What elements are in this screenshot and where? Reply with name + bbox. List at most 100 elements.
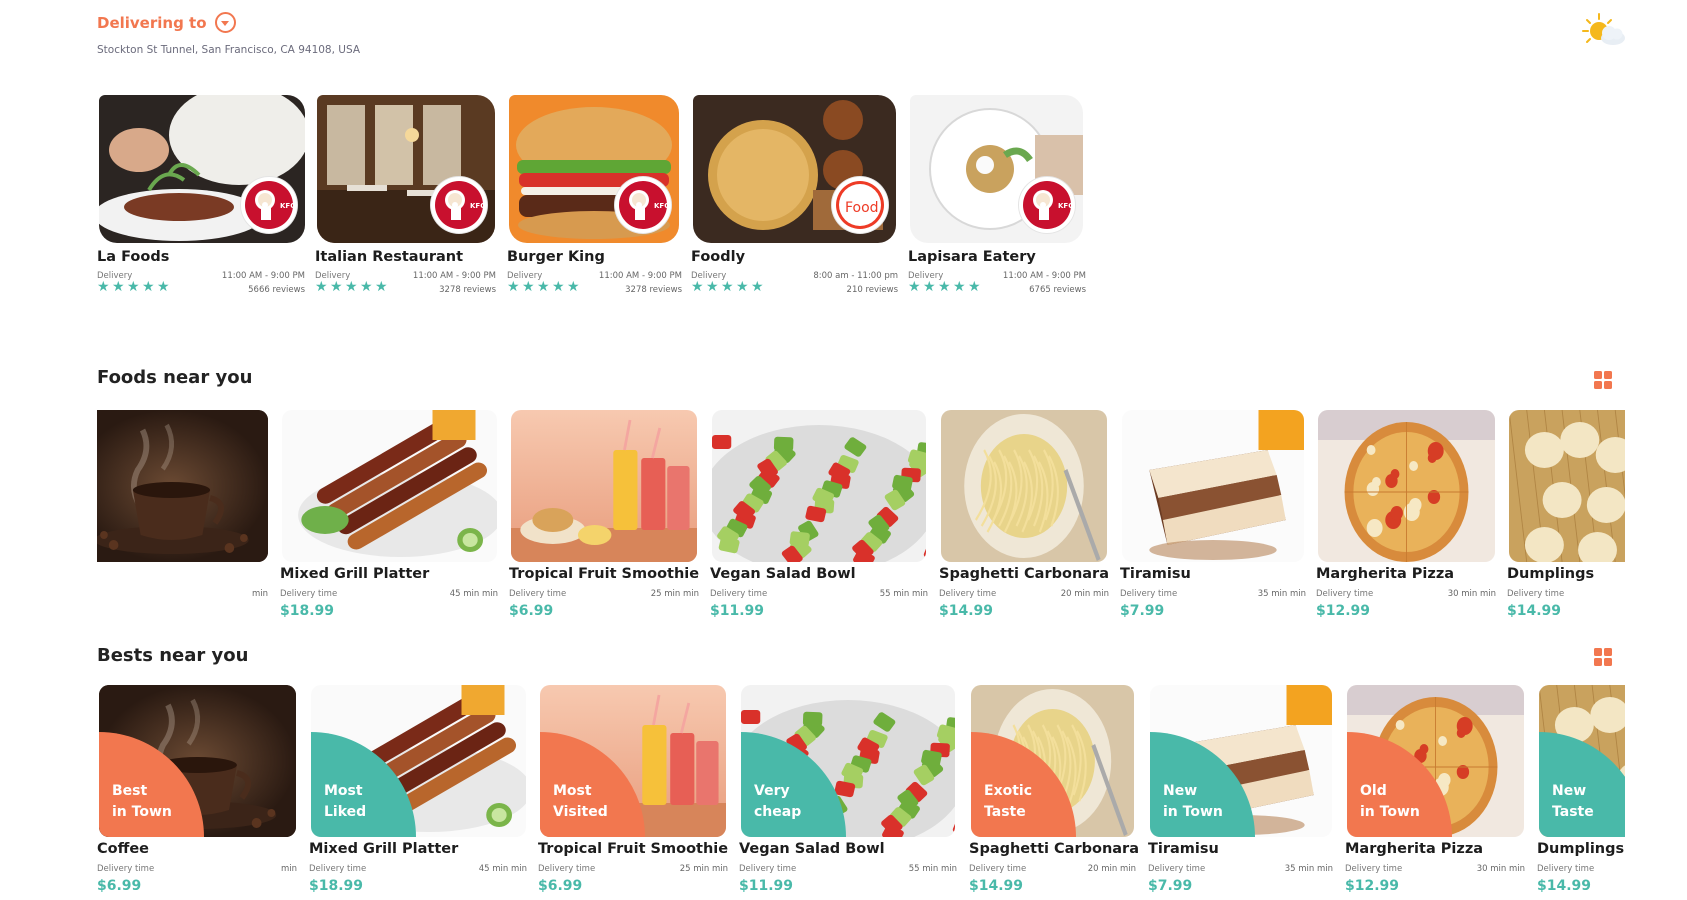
- food-image: [941, 410, 1107, 562]
- delivery-time: 20 min min: [1087, 864, 1136, 874]
- chevron-down-icon[interactable]: [214, 12, 236, 33]
- restaurant-card[interactable]: KFC La Foods Delivery 11:00 AM - 9:00 PM…: [97, 95, 305, 300]
- rating-stars: ★ ★ ★ ★ ★: [315, 279, 388, 295]
- food-image: Most Liked: [311, 685, 526, 837]
- delivery-time-label: Delivery time: [969, 864, 1027, 874]
- restaurant-name: Foodly: [691, 249, 746, 265]
- food-price: $6.99: [509, 603, 554, 619]
- opening-hours: 11:00 AM - 9:00 PM: [412, 271, 496, 281]
- food-card[interactable]: Exotic Taste Spaghetti Carbonara Deliver…: [969, 685, 1139, 900]
- badge-line-1: Very: [754, 783, 790, 799]
- food-name: Tiramisu: [1148, 841, 1219, 857]
- opening-hours: 8:00 am - 11:00 pm: [813, 271, 898, 281]
- delivery-time: 55 min min: [879, 589, 928, 599]
- svg-text:KFC: KFC: [280, 202, 294, 210]
- star-icon: ★: [507, 279, 520, 295]
- food-card[interactable]: Old in Town Margherita Pizza Delivery ti…: [1345, 685, 1525, 900]
- delivery-time-label: Delivery time: [538, 864, 596, 874]
- badge-line-2: in Town: [1360, 804, 1420, 820]
- food-card[interactable]: Most Visited Tropical Fruit Smoothie Del…: [538, 685, 728, 900]
- restaurant-logo: KFC: [1019, 177, 1075, 233]
- delivery-time-label: Delivery time: [1316, 589, 1374, 599]
- badge-line-2: Taste: [984, 804, 1026, 820]
- star-icon: ★: [522, 279, 535, 295]
- delivery-time: 30 min min: [1447, 589, 1496, 599]
- kfc-logo-icon: KFC: [435, 181, 484, 229]
- food-price: $18.99: [309, 878, 364, 894]
- food-card[interactable]: Tiramisu Delivery time 35 min min $7.99: [1120, 410, 1306, 625]
- delivery-time-label: Delivery time: [1507, 589, 1565, 599]
- restaurant-card[interactable]: KFC Italian Restaurant Delivery 11:00 AM…: [315, 95, 496, 300]
- food-card[interactable]: Dumplings Delivery time $14.99: [1507, 410, 1625, 625]
- restaurant-name: La Foods: [97, 249, 170, 265]
- delivery-time: min: [280, 864, 297, 874]
- food-image: [1122, 410, 1304, 562]
- food-card[interactable]: Very cheap Vegan Salad Bowl Delivery tim…: [739, 685, 957, 900]
- food-price: $14.99: [939, 603, 994, 619]
- food-image: [97, 410, 268, 562]
- restaurant-card[interactable]: KFC Lapisara Eatery Delivery 11:00 AM - …: [908, 95, 1086, 300]
- star-icon: ★: [375, 279, 388, 295]
- restaurant-card[interactable]: KFC Burger King Delivery 11:00 AM - 9:00…: [507, 95, 682, 300]
- food-card[interactable]: Spaghetti Carbonara Delivery time 20 min…: [939, 410, 1109, 625]
- rating-stars: ★ ★ ★ ★ ★: [908, 279, 981, 295]
- restaurant-image: Food: [693, 95, 896, 243]
- food-price: $18.99: [280, 603, 335, 619]
- food-price: $14.99: [1537, 878, 1592, 894]
- delivery-location[interactable]: Delivering to: [97, 12, 236, 33]
- food-name: Tiramisu: [1120, 566, 1191, 582]
- delivery-time: 45 min min: [478, 864, 527, 874]
- food-card[interactable]: Coffee Delivery time min $6.99: [97, 410, 268, 625]
- food-image: New Taste: [1539, 685, 1625, 837]
- grid-icon[interactable]: [1594, 371, 1612, 389]
- food-card[interactable]: Vegan Salad Bowl Delivery time 55 min mi…: [710, 410, 928, 625]
- grid-icon[interactable]: [1594, 648, 1612, 666]
- review-count: 210 reviews: [846, 285, 898, 295]
- food-card[interactable]: Tropical Fruit Smoothie Delivery time 25…: [509, 410, 699, 625]
- star-icon: ★: [953, 279, 966, 295]
- food-name: Vegan Salad Bowl: [739, 841, 885, 857]
- star-icon: ★: [721, 279, 734, 295]
- star-icon: ★: [97, 279, 110, 295]
- star-icon: ★: [968, 279, 981, 295]
- food-card[interactable]: New in Town Tiramisu Delivery time 35 mi…: [1148, 685, 1333, 900]
- food-image: [1509, 410, 1625, 562]
- food-image: Very cheap: [741, 685, 955, 837]
- badge-line-2: cheap: [754, 804, 802, 820]
- delivery-time-label: Delivery time: [710, 589, 768, 599]
- star-icon: ★: [127, 279, 140, 295]
- food-image: [1318, 410, 1495, 562]
- delivery-address: Stockton St Tunnel, San Francisco, CA 94…: [97, 44, 361, 56]
- delivery-time: 45 min min: [449, 589, 498, 599]
- delivery-time-label: Delivery time: [939, 589, 997, 599]
- foods-near-title: Foods near you: [97, 367, 253, 388]
- bests-near-row[interactable]: Best in Town Coffee Delivery time min $6…: [97, 685, 1625, 900]
- badge-line-1: Most: [553, 783, 592, 799]
- svg-text:KFC: KFC: [470, 202, 484, 210]
- delivery-time: 35 min min: [1257, 589, 1306, 599]
- food-card[interactable]: Mixed Grill Platter Delivery time 45 min…: [280, 410, 498, 625]
- review-count: 3278 reviews: [439, 285, 496, 295]
- review-count: 5666 reviews: [248, 285, 305, 295]
- food-image: Most Visited: [540, 685, 726, 837]
- star-icon: ★: [330, 279, 343, 295]
- food-name: Spaghetti Carbonara: [939, 566, 1109, 582]
- badge-line-1: Best: [112, 783, 148, 799]
- food-name: Tropical Fruit Smoothie: [538, 841, 729, 857]
- restaurant-card[interactable]: Food Foodly Delivery 8:00 am - 11:00 pm …: [691, 95, 898, 300]
- food-card[interactable]: Most Liked Mixed Grill Platter Delivery …: [309, 685, 527, 900]
- restaurant-image: KFC: [317, 95, 495, 243]
- opening-hours: 11:00 AM - 9:00 PM: [221, 271, 305, 281]
- food-price: $11.99: [739, 878, 794, 894]
- food-name: Mixed Grill Platter: [309, 841, 459, 857]
- delivery-time-label: Delivery time: [280, 589, 338, 599]
- badge-line-1: New: [1163, 783, 1198, 799]
- kfc-logo-icon: KFC: [619, 181, 668, 229]
- food-card[interactable]: Best in Town Coffee Delivery time min $6…: [97, 685, 297, 900]
- food-price: $6.99: [538, 878, 583, 894]
- food-card[interactable]: New Taste Dumplings Delivery time $14.99: [1537, 685, 1625, 900]
- food-price: $6.99: [97, 878, 142, 894]
- food-card[interactable]: Margherita Pizza Delivery time 30 min mi…: [1316, 410, 1496, 625]
- delivery-time-label: Delivery time: [309, 864, 367, 874]
- foods-near-row[interactable]: Coffee Delivery time min $6.99 Mixed Gri…: [97, 410, 1625, 625]
